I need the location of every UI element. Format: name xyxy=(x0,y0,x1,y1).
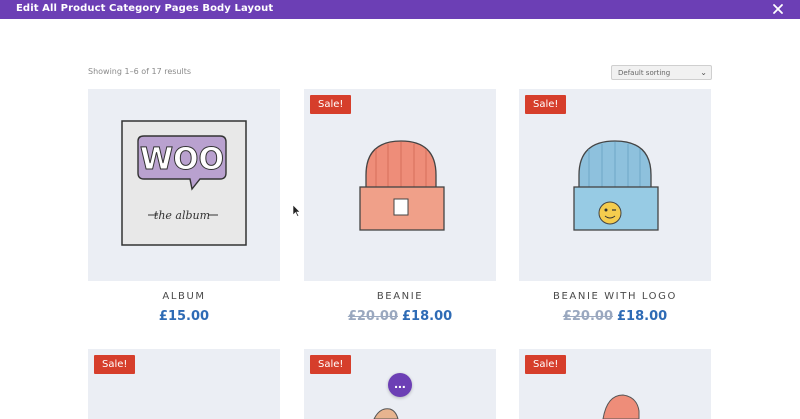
product-price: £20.00 £18.00 xyxy=(519,309,711,324)
product-name[interactable]: BEANIE WITH LOGO xyxy=(519,291,711,302)
chevron-down-icon: ⌄ xyxy=(700,68,707,77)
sale-badge: Sale! xyxy=(94,355,136,374)
layout-canvas: Showing 1–6 of 17 results Default sortin… xyxy=(0,19,800,419)
album-cover-image: WOO the album xyxy=(121,120,247,246)
album-caption: the album xyxy=(154,209,210,222)
result-count: Showing 1–6 of 17 results xyxy=(88,67,191,76)
product-current-price: £15.00 xyxy=(158,309,210,324)
product-image[interactable]: Sale! xyxy=(519,89,711,281)
sale-badge: Sale! xyxy=(525,95,567,114)
product-image[interactable]: WOO the album xyxy=(88,89,280,281)
mouse-cursor-icon xyxy=(293,205,301,217)
product-old-price: £20.00 xyxy=(562,309,613,324)
product-name[interactable]: ALBUM xyxy=(88,291,280,302)
sale-badge: Sale! xyxy=(310,355,352,374)
product-current-price: £18.00 xyxy=(402,309,453,324)
sort-select[interactable]: Default sorting ⌄ xyxy=(611,65,712,80)
product-image[interactable]: Sale! xyxy=(304,89,496,281)
beanie-image xyxy=(359,140,445,231)
modal-title: Edit All Product Category Pages Body Lay… xyxy=(16,3,274,14)
modal-title-bar: Edit All Product Category Pages Body Lay… xyxy=(0,0,800,19)
product-price: £15.00 xyxy=(88,309,280,324)
product-name[interactable]: BEANIE xyxy=(304,291,496,302)
sort-select-value: Default sorting xyxy=(618,69,671,77)
close-icon[interactable] xyxy=(770,1,786,17)
beanie-with-logo-image xyxy=(573,140,659,231)
album-logo-text: WOO xyxy=(140,142,224,177)
sale-badge: Sale! xyxy=(525,355,567,374)
sale-badge: Sale! xyxy=(310,95,352,114)
product-price: £20.00 £18.00 xyxy=(304,309,496,324)
product-old-price: £20.00 xyxy=(347,309,398,324)
product-current-price: £18.00 xyxy=(617,309,668,324)
product-image[interactable]: Sale! xyxy=(88,349,280,419)
product-image[interactable]: Sale! xyxy=(519,349,711,419)
builder-options-button[interactable]: ... xyxy=(388,373,412,397)
